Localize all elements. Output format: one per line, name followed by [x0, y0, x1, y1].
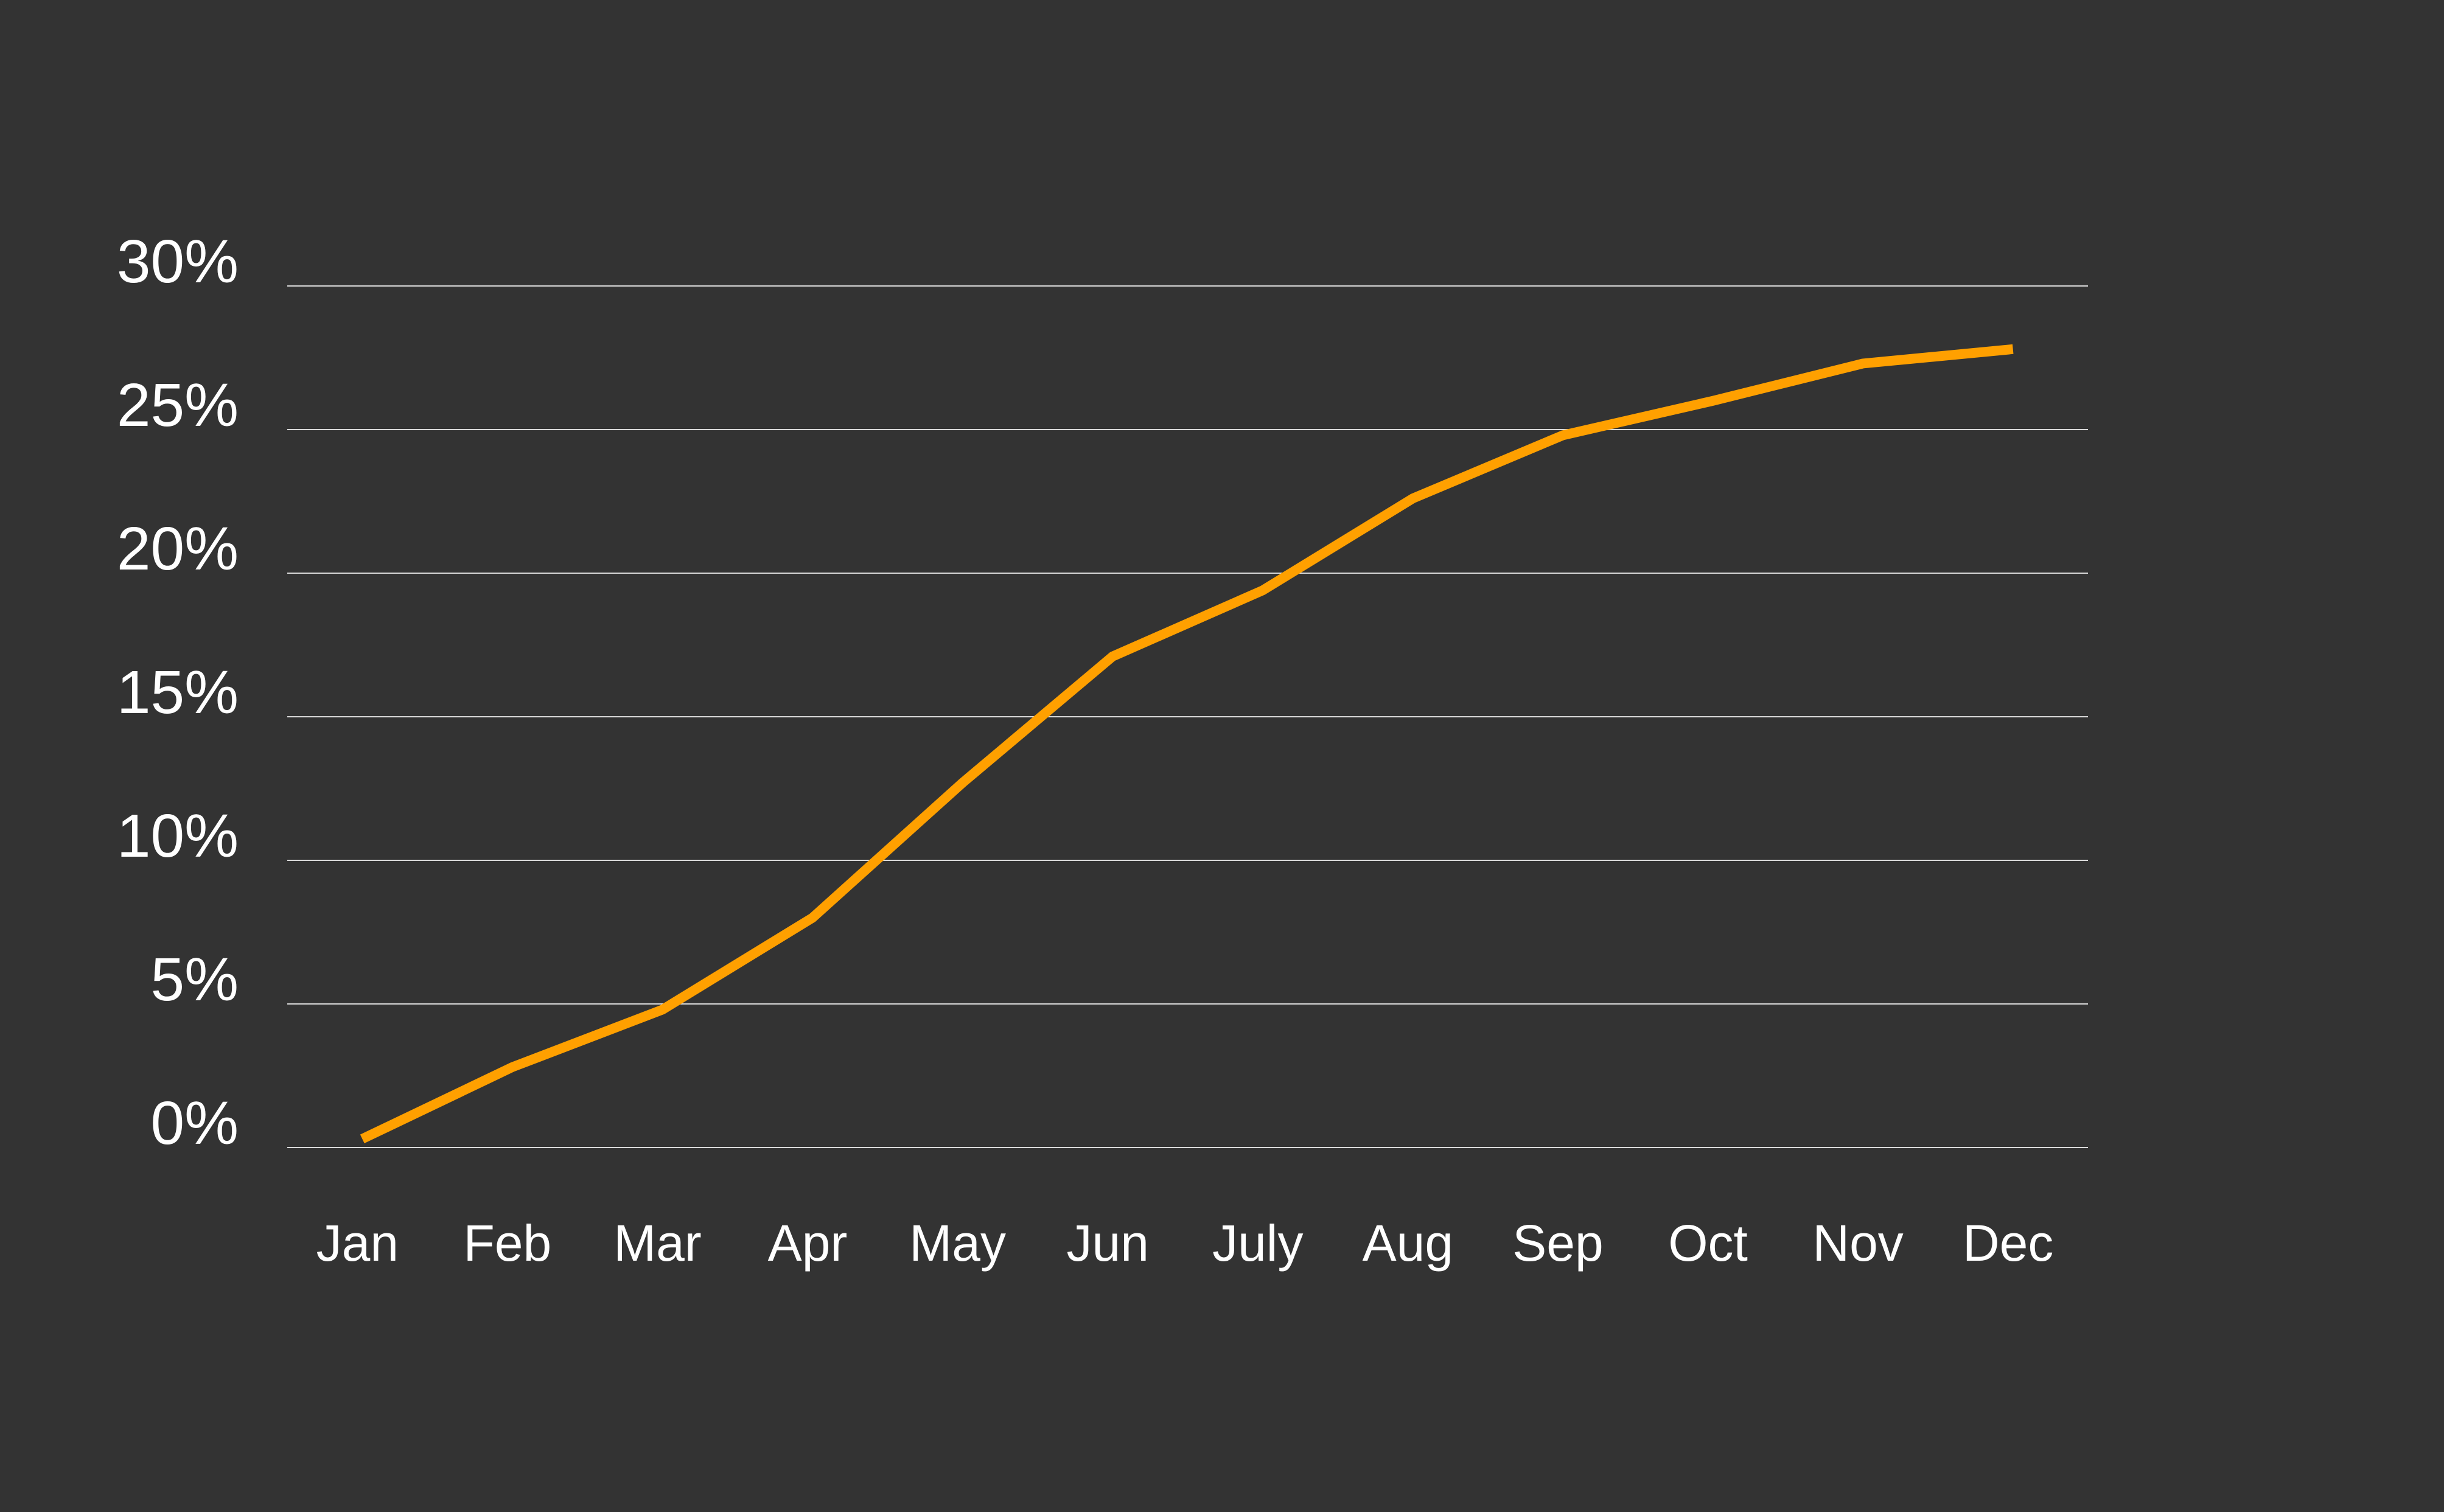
- data-point: [1858, 358, 1868, 368]
- y-tick-label: 10%: [117, 802, 239, 870]
- series-lines: [357, 344, 2018, 1144]
- gridlines: [287, 285, 2088, 1148]
- data-point: [1258, 585, 1268, 595]
- data-point: [1408, 493, 1417, 503]
- data-point: [1558, 430, 1568, 440]
- y-tick-label: 25%: [117, 371, 239, 439]
- x-tick-label: Apr: [768, 1214, 848, 1272]
- x-tick-label: Aug: [1363, 1214, 1453, 1272]
- data-point: [657, 1005, 667, 1014]
- y-axis-tick-labels: 0% 5% 10% 15% 20% 25% 30%: [117, 228, 239, 1157]
- y-tick-label: 30%: [117, 228, 239, 296]
- y-tick-label: 15%: [117, 658, 239, 726]
- data-point: [808, 913, 817, 922]
- x-tick-label: Dec: [1963, 1214, 2053, 1272]
- line-chart: 0% 5% 10% 15% 20% 25% 30% Jan Feb Mar Apr May Jun Ju…: [117, 228, 2088, 1272]
- x-tick-label: July: [1212, 1214, 1303, 1272]
- x-tick-label: Oct: [1668, 1214, 1748, 1272]
- x-tick-label: Feb: [464, 1214, 552, 1272]
- x-tick-label: Jun: [1066, 1214, 1148, 1272]
- x-tick-label: Mar: [613, 1214, 702, 1272]
- x-axis-tick-labels: Jan Feb Mar Apr May Jun July Aug Sep Oct Nov Dec: [316, 1214, 2054, 1272]
- x-tick-label: May: [909, 1214, 1006, 1272]
- data-point: [958, 778, 968, 788]
- x-tick-label: Sep: [1512, 1214, 1603, 1272]
- x-tick-label: Jan: [316, 1214, 399, 1272]
- y-tick-label: 20%: [117, 515, 239, 583]
- series-line: [360, 344, 2014, 1144]
- data-point: [508, 1062, 517, 1072]
- x-tick-label: Nov: [1812, 1214, 1903, 1272]
- data-point: [1708, 396, 1718, 406]
- data-point: [357, 1134, 367, 1144]
- chart-area: 0% 5% 10% 15% 20% 25% 30% Jan Feb Mar Apr May Jun Ju…: [0, 0, 2444, 1509]
- y-tick-label: 0%: [150, 1089, 239, 1157]
- data-point: [1108, 652, 1117, 661]
- y-tick-label: 5%: [150, 946, 239, 1014]
- data-point: [2008, 344, 2018, 354]
